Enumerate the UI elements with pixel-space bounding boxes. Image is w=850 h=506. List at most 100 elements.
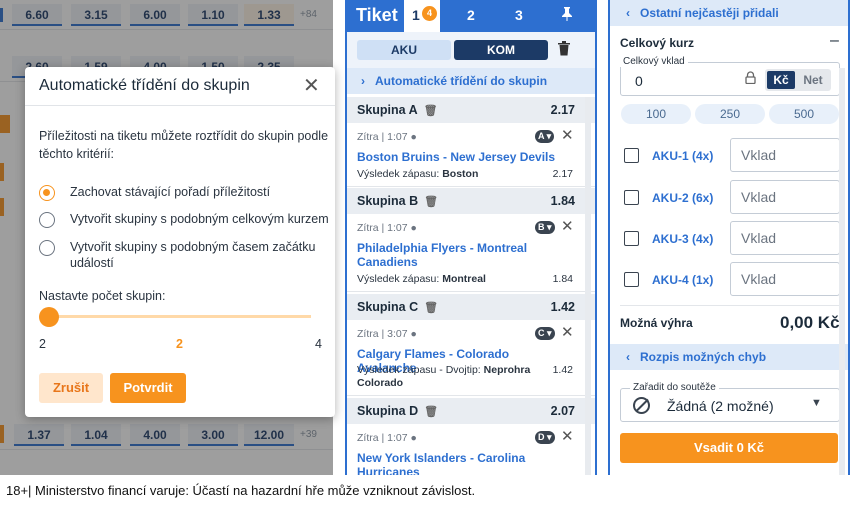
group-odds: 2.17	[550, 103, 575, 117]
aku-checkbox[interactable]	[624, 231, 639, 246]
confirm-button[interactable]: Potvrdit	[110, 373, 186, 403]
others-added-link[interactable]: ‹ Ostatní nejčastěji přidali	[610, 0, 848, 26]
trash-icon[interactable]: 🗑	[424, 302, 438, 314]
event-name-link[interactable]: Philadelphia Flyers - Montreal Canadiens	[357, 241, 557, 269]
tab-ticket-2[interactable]: 2	[467, 7, 475, 23]
chevron-left-icon: ‹	[626, 6, 630, 20]
event-market: Výsledek zápasu: Montreal	[357, 273, 486, 285]
group-label: Skupina D	[357, 404, 419, 418]
competition-legend: Zařadit do soutěže	[630, 382, 719, 393]
ticket-count-badge: 4	[422, 6, 437, 21]
quick-amount-button[interactable]: 100	[621, 104, 691, 124]
trash-icon[interactable]	[557, 40, 571, 60]
aku-label[interactable]: AKU-3 (4x)	[652, 232, 713, 246]
competition-value[interactable]: Žádná (2 možné)	[667, 398, 774, 414]
lock-icon[interactable]	[745, 71, 756, 87]
radio-selected-icon[interactable]	[39, 185, 55, 201]
slider-thumb[interactable]	[39, 307, 59, 327]
close-icon[interactable]: ✕	[303, 73, 320, 98]
ticket-event: Zítra | 1:07 ● B ▾ ✕ Philadelphia Flyers…	[347, 214, 595, 292]
aku-label[interactable]: AKU-1 (4x)	[652, 149, 713, 163]
quick-amount-button[interactable]: 500	[769, 104, 839, 124]
bet-type-toggle: AKU KOM	[347, 32, 595, 68]
group-odds: 2.07	[550, 404, 575, 418]
aku-button[interactable]: AKU	[357, 40, 451, 60]
close-icon[interactable]: ✕	[561, 427, 574, 445]
cancel-button[interactable]: Zrušit	[39, 373, 103, 403]
ticket-header: Tiket 1 4 2 3	[347, 0, 595, 34]
close-icon[interactable]: ✕	[561, 126, 574, 144]
trash-icon[interactable]: 🗑	[424, 196, 438, 208]
chevron-down-icon[interactable]: ▼	[811, 397, 822, 409]
trash-icon[interactable]: 🗑	[424, 406, 438, 418]
errors-breakdown-link[interactable]: ‹ Rozpis možných chyb	[610, 344, 848, 370]
aku-checkbox[interactable]	[624, 148, 639, 163]
trash-icon[interactable]: 🗑	[424, 105, 438, 117]
auto-group-modal: Automatické třídění do skupin ✕ Příležit…	[25, 67, 335, 417]
chevron-right-icon: ›	[361, 74, 365, 88]
event-market: Výsledek zápasu - Dvojtip: Neprohra Colo…	[357, 364, 531, 389]
group-badge[interactable]: D ▾	[535, 431, 555, 444]
group-badge[interactable]: A ▾	[535, 130, 555, 143]
event-odds: 2.17	[552, 168, 573, 180]
place-bet-button[interactable]: Vsadit 0 Kč	[620, 433, 838, 463]
group-label: Skupina B	[357, 194, 419, 208]
possible-win-label: Možná výhra	[620, 316, 693, 330]
ticket-event: Zítra | 1:07 ● D ▾ ✕ New York Islanders …	[347, 424, 595, 475]
event-name-link[interactable]: Boston Bruins - New Jersey Devils	[357, 150, 557, 164]
event-time: Zítra | 1:07 ●	[357, 432, 417, 444]
radio-icon[interactable]	[39, 212, 55, 228]
auto-group-link[interactable]: › Automatické třídění do skupin	[347, 68, 595, 94]
event-odds: 1.42	[552, 364, 573, 376]
possible-win-value: 0,00 Kč	[780, 313, 840, 332]
aku-checkbox[interactable]	[624, 190, 639, 205]
aku-stake-input[interactable]: Vklad	[730, 138, 840, 172]
no-entry-icon	[633, 397, 650, 414]
total-stake-field[interactable]: 0 Kč Net	[620, 62, 840, 96]
radio-icon[interactable]	[39, 240, 55, 256]
competition-select[interactable]: Žádná (2 možné) ▼	[620, 388, 840, 422]
group-header: Skupina D 🗑 2.07	[347, 398, 595, 424]
currency-kc-button[interactable]: Kč	[767, 71, 795, 89]
close-icon[interactable]: ✕	[561, 217, 574, 235]
event-name-link[interactable]: New York Islanders - Carolina Hurricanes	[357, 451, 557, 475]
total-odds-label: Celkový kurz	[620, 36, 695, 50]
scrollbar[interactable]	[585, 97, 591, 475]
event-odds: 1.84	[552, 273, 573, 285]
modal-description: Příležitosti na tiketu můžete roztřídit …	[39, 129, 329, 161]
aku-stake-input[interactable]: Vklad	[730, 262, 840, 296]
aku-row: AKU-3 (4x) Vklad	[620, 221, 840, 257]
radio-label: Vytvořit skupiny s podobným celkovým kur…	[70, 212, 329, 226]
group-badge[interactable]: C ▾	[535, 327, 555, 340]
ticket-panel: Tiket 1 4 2 3 AKU KOM › Automatické třídě…	[345, 0, 597, 475]
group-badge[interactable]: B ▾	[535, 221, 555, 234]
kom-button[interactable]: KOM	[454, 40, 548, 60]
pin-icon[interactable]	[561, 6, 573, 25]
chevron-left-icon: ‹	[626, 350, 630, 364]
divider	[25, 105, 335, 106]
quick-amount-button[interactable]: 250	[695, 104, 765, 124]
event-time: Zítra | 1:07 ●	[357, 131, 417, 143]
radio-label: Vytvořit skupiny s podobným časem začátk…	[70, 240, 316, 270]
aku-stake-input[interactable]: Vklad	[730, 180, 840, 214]
group-header: Skupina C 🗑 1.42	[347, 294, 595, 320]
tab-ticket-3[interactable]: 3	[515, 7, 523, 23]
slider-value-label: 2	[176, 337, 183, 351]
ticket-event: Zítra | 3:07 ● C ▾ ✕ Calgary Flames - Co…	[347, 320, 595, 396]
group-count-slider[interactable]	[49, 315, 311, 318]
aku-stake-input[interactable]: Vklad	[730, 221, 840, 255]
currency-net-button[interactable]: Net	[799, 71, 827, 89]
stake-panel: ‹ Ostatní nejčastěji přidali Celkový kurz…	[608, 0, 850, 475]
aku-label[interactable]: AKU-2 (6x)	[652, 191, 713, 205]
aku-row: AKU-1 (4x) Vklad	[620, 138, 840, 174]
aku-label[interactable]: AKU-4 (1x)	[652, 273, 713, 287]
scrollbar[interactable]	[839, 68, 845, 475]
close-icon[interactable]: ✕	[561, 323, 574, 341]
tab-ticket-1[interactable]: 1 4	[404, 0, 440, 34]
aku-checkbox[interactable]	[624, 272, 639, 287]
collapse-icon[interactable]: –	[830, 32, 839, 50]
aku-row: AKU-4 (1x) Vklad	[620, 262, 840, 298]
modal-title: Automatické třídění do skupin	[39, 77, 250, 94]
total-stake-value[interactable]: 0	[635, 73, 643, 89]
group-label: Skupina C	[357, 300, 419, 314]
